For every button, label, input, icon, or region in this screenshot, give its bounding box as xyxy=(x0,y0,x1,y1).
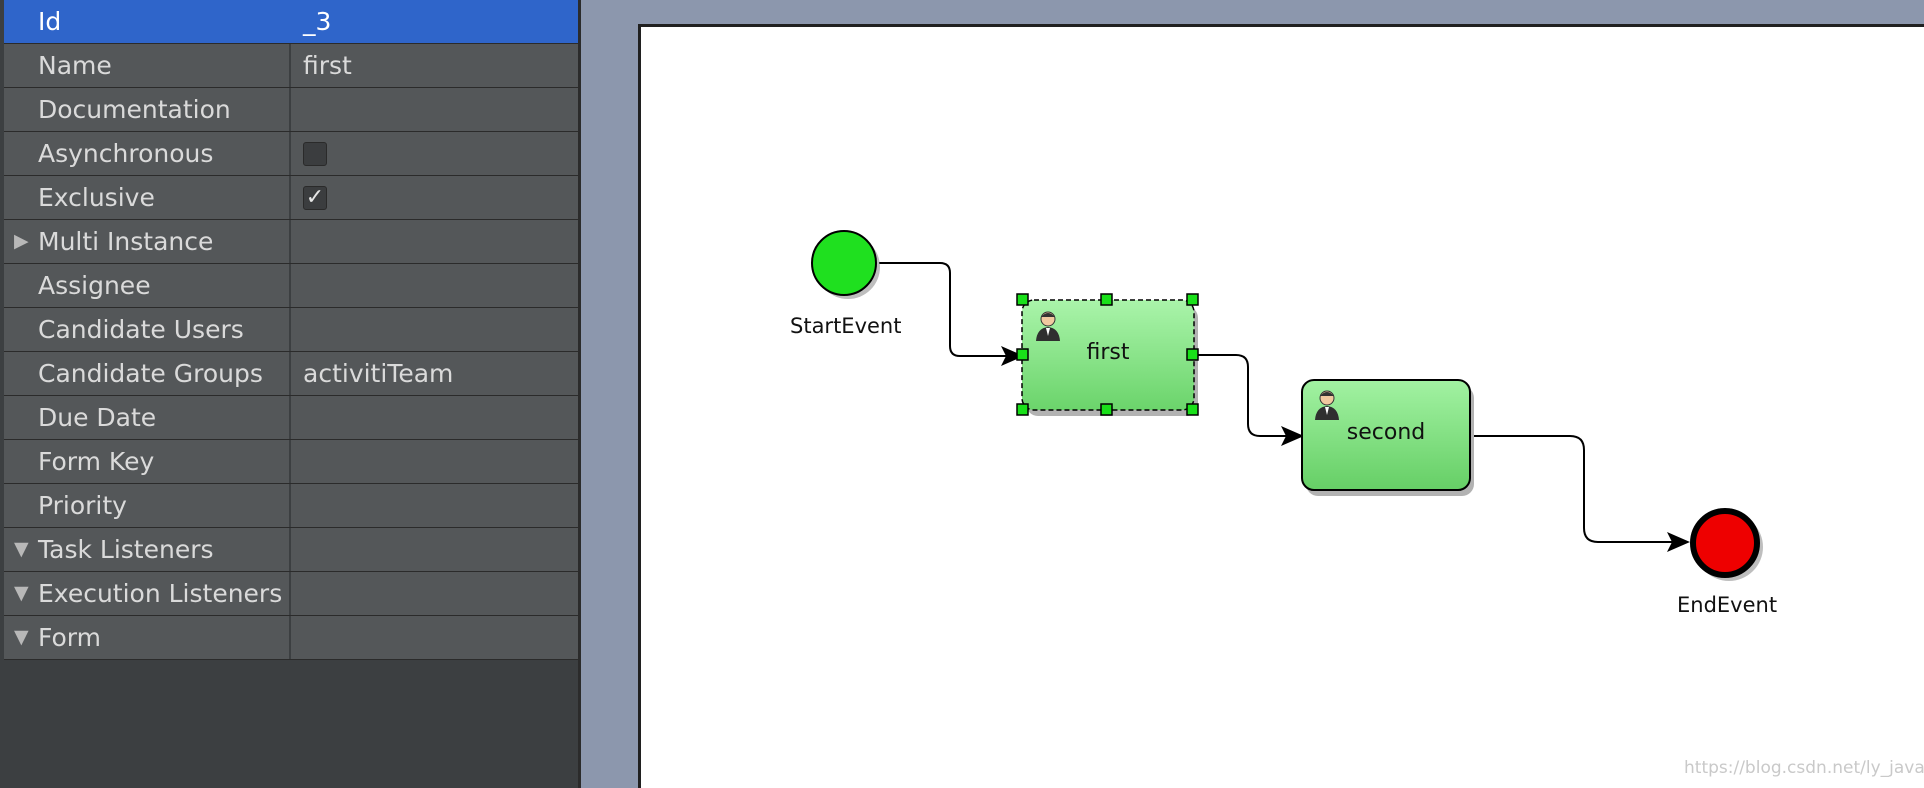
watermark-text: https://blog.csdn.net/ly_java1995 xyxy=(1684,758,1924,778)
start-event[interactable] xyxy=(811,230,880,299)
start-event-label: StartEvent xyxy=(790,314,902,338)
task-first-label: first xyxy=(1086,340,1130,365)
sequence-flow-first-to-second[interactable] xyxy=(1193,354,1304,446)
end-event[interactable] xyxy=(1690,508,1763,581)
task-second-label: second xyxy=(1346,420,1426,445)
end-event-label: EndEvent xyxy=(1677,593,1778,617)
bpmn-diagram xyxy=(811,230,1763,581)
sequence-flow-second-to-end[interactable] xyxy=(1474,435,1690,552)
